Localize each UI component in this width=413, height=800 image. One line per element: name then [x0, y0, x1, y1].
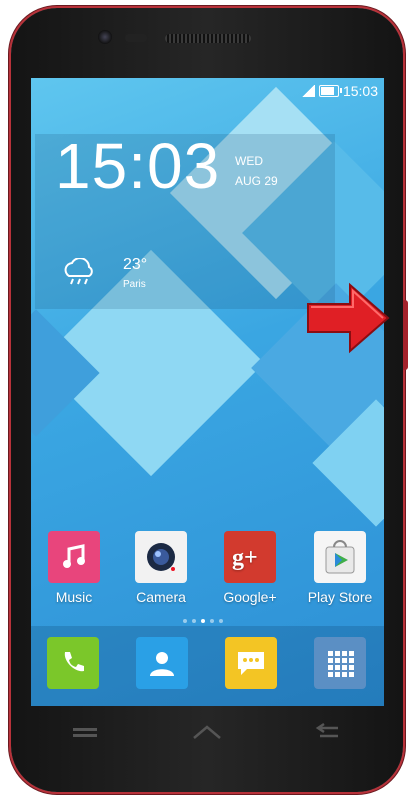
home-screen: 15:03 15:03 WED AUG 29 23° Paris — [31, 78, 384, 706]
battery-icon — [318, 85, 342, 97]
weather-temperature: 23° — [123, 256, 148, 273]
play-store-icon — [314, 531, 366, 583]
clock-date: AUG 29 — [235, 174, 278, 188]
signal-icon — [300, 85, 315, 97]
page-dot — [192, 619, 196, 623]
power-button[interactable] — [403, 300, 408, 370]
app-label-music: Music — [55, 589, 93, 605]
back-button-icon[interactable] — [312, 722, 342, 742]
app-label-google-plus: Google+ — [223, 589, 277, 605]
page-dot — [210, 619, 214, 623]
app-music[interactable]: Music — [36, 531, 112, 605]
front-camera-icon — [98, 30, 112, 44]
proximity-sensor — [125, 34, 147, 42]
status-bar: 15:03 — [300, 82, 378, 100]
app-camera[interactable]: Camera — [123, 531, 199, 605]
menu-button-icon[interactable] — [70, 722, 100, 742]
messaging-icon[interactable] — [225, 637, 277, 689]
clock-day: WED — [235, 154, 263, 168]
page-dot — [219, 619, 223, 623]
page-dot-active — [201, 619, 205, 623]
app-google-plus[interactable]: g+ Google+ — [212, 531, 288, 605]
contacts-icon[interactable] — [136, 637, 188, 689]
home-button-icon[interactable] — [190, 722, 224, 742]
clock-time: 15:03 — [55, 130, 221, 202]
page-indicator — [183, 619, 223, 623]
app-play-store[interactable]: Play Store — [302, 531, 378, 605]
weather-rain-icon — [64, 258, 93, 285]
app-label-camera: Camera — [136, 589, 186, 605]
svg-text:g+: g+ — [232, 545, 258, 571]
app-label-play-store: Play Store — [307, 589, 373, 605]
weather-city: Paris — [123, 279, 146, 290]
google-plus-icon: g+ — [224, 531, 276, 583]
page-dot — [183, 619, 187, 623]
camera-icon — [135, 531, 187, 583]
status-time: 15:03 — [342, 83, 378, 99]
phone-icon[interactable] — [47, 637, 99, 689]
dock — [31, 626, 384, 706]
red-arrow-icon — [307, 282, 390, 354]
app-drawer-icon[interactable] — [314, 637, 366, 689]
clock-weather-widget[interactable]: 15:03 WED AUG 29 23° Paris — [35, 130, 335, 309]
music-note-icon — [48, 531, 100, 583]
earpiece-speaker — [165, 34, 251, 43]
